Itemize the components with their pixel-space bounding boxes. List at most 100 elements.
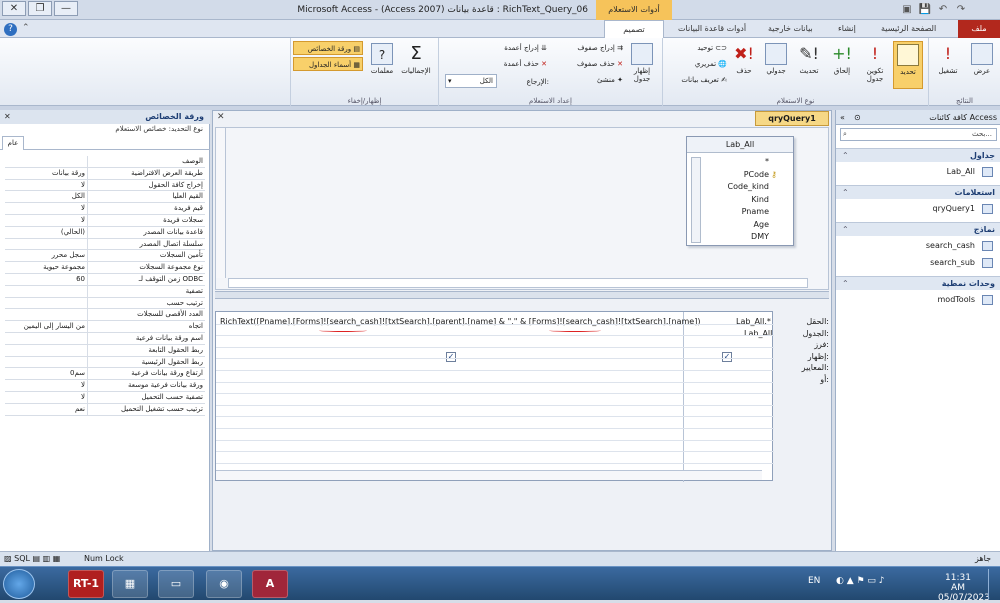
totals-button[interactable]: Σ الإجماليات bbox=[401, 41, 431, 89]
collapse-ribbon-icon[interactable]: ⌃ bbox=[22, 23, 30, 33]
union-button[interactable]: توحيد ⊂⊃ bbox=[669, 41, 727, 55]
property-row[interactable]: قاعدة بيانات المصدر (الحالي) bbox=[5, 226, 205, 239]
append-button[interactable]: +! إلحاق bbox=[827, 41, 857, 89]
property-row[interactable]: القيم العليا الكل bbox=[5, 191, 205, 204]
property-row[interactable]: قيم فريدة لا bbox=[5, 203, 205, 215]
tab-database-tools[interactable]: أدوات قاعدة البيانات bbox=[672, 20, 752, 38]
field-item[interactable]: PCode bbox=[744, 170, 769, 179]
field-item[interactable]: Code_kind bbox=[728, 182, 769, 191]
property-row[interactable]: اتجاه من اليسار إلى اليمين bbox=[5, 321, 205, 333]
table-cell[interactable]: Lab_All bbox=[744, 329, 772, 338]
property-row[interactable]: تصفية حسب التحميل لا bbox=[5, 391, 205, 404]
property-value[interactable]: الكل bbox=[5, 191, 87, 202]
tray-icons[interactable]: ◐ ▲ ⚑ ▭ ♪ bbox=[836, 576, 885, 586]
property-row[interactable]: زمن التوقف لـ ODBC 60 bbox=[5, 273, 205, 286]
chrome-icon[interactable]: ◉ bbox=[206, 570, 242, 598]
property-value[interactable]: نعم bbox=[5, 404, 87, 415]
nav-item[interactable]: modTools bbox=[836, 292, 1000, 308]
property-value[interactable]: لا bbox=[5, 392, 87, 403]
collapse-icon[interactable]: ⌃ bbox=[842, 223, 849, 236]
nav-item[interactable]: search_sub bbox=[836, 255, 1000, 271]
clock[interactable]: 11:31 AM 05/07/2023 bbox=[938, 573, 990, 603]
delete-button[interactable]: ✖! حذف bbox=[729, 41, 759, 89]
table-names-button[interactable]: أسماء الجداول ▦ bbox=[293, 57, 363, 71]
undo-icon[interactable]: ↶ bbox=[936, 3, 950, 16]
collapse-icon[interactable]: ⌃ bbox=[842, 277, 849, 290]
status-view-icons[interactable]: ▨ SQL ▤ ▥ ▦ bbox=[4, 554, 60, 563]
property-value[interactable]: مجموعة حيوية bbox=[5, 262, 87, 273]
tab-create[interactable]: إنشاء bbox=[832, 20, 862, 38]
property-row[interactable]: طريقة العرض الافتراضية ورقة بيانات bbox=[5, 167, 205, 180]
tab-external-data[interactable]: بيانات خارجية bbox=[762, 20, 819, 38]
table-field-list[interactable]: Lab_All * PCode ⚷ Code_kind Kind Pname Age DMY bbox=[686, 136, 794, 246]
field-item[interactable]: DMY bbox=[751, 232, 769, 241]
property-row[interactable]: تأمين السجلات سجل محرر bbox=[5, 250, 205, 263]
field-item-all[interactable]: * bbox=[765, 157, 769, 166]
grid-hscroll[interactable] bbox=[216, 470, 762, 480]
property-row[interactable]: إخراج كافة الحقول لا bbox=[5, 179, 205, 192]
pass-through-button[interactable]: تمريري 🌐 bbox=[669, 57, 727, 71]
save-icon[interactable]: 💾 bbox=[918, 3, 932, 16]
collapse-icon[interactable]: ⌃ bbox=[842, 186, 849, 199]
property-row[interactable]: نوع مجموعة السجلات مجموعة حيوية bbox=[5, 262, 205, 274]
insert-columns-button[interactable]: إدراج أعمدة ⇊ bbox=[475, 41, 547, 55]
parameters-button[interactable]: ? معلمات bbox=[367, 41, 397, 89]
nav-item[interactable]: qryQuery1 bbox=[836, 201, 1000, 217]
help-icon[interactable]: ? bbox=[4, 23, 17, 36]
chevron-down-icon[interactable]: ⊙ bbox=[854, 110, 861, 125]
query-tab[interactable]: qryQuery1 bbox=[755, 111, 829, 126]
nav-search-input[interactable]: ⌕ بحث... bbox=[840, 128, 997, 141]
tab-file[interactable]: ملف bbox=[958, 20, 1000, 38]
delete-rows-button[interactable]: حذف صفوف ✕ bbox=[557, 57, 623, 71]
property-row[interactable]: اسم ورقة بيانات فرعية bbox=[5, 332, 205, 345]
rt1-taskbar-app[interactable]: RT-1 bbox=[68, 570, 104, 598]
property-value[interactable]: 0سم bbox=[5, 368, 87, 379]
property-sheet-button[interactable]: ورقة الخصائص ▤ bbox=[293, 41, 363, 55]
nav-item[interactable]: Lab_All bbox=[836, 164, 1000, 180]
property-value[interactable]: لا bbox=[5, 203, 87, 214]
property-row[interactable]: الوصف bbox=[5, 156, 205, 168]
property-row[interactable]: سجلات فريدة لا bbox=[5, 214, 205, 227]
field-cell-star[interactable]: Lab_All.* bbox=[736, 317, 771, 326]
field-item[interactable]: Age bbox=[754, 220, 769, 229]
property-value[interactable]: لا bbox=[5, 380, 87, 391]
nav-header[interactable]: «⊙ كافة كائنات Access bbox=[836, 110, 1000, 125]
property-row[interactable]: العدد الأقصى للسجلات bbox=[5, 309, 205, 322]
field-list-scrollbar[interactable] bbox=[691, 157, 701, 243]
show-checkbox-star[interactable]: ✓ bbox=[722, 352, 732, 362]
folder-icon[interactable]: ▭ bbox=[158, 570, 194, 598]
redo-icon[interactable]: ↷ bbox=[954, 3, 968, 16]
tab-home[interactable]: الصفحة الرئيسية bbox=[875, 20, 942, 38]
property-row[interactable]: سلسلة اتصال المصدر bbox=[5, 238, 205, 251]
property-value[interactable]: ورقة بيانات bbox=[5, 168, 87, 179]
property-value[interactable]: 60 bbox=[5, 274, 87, 285]
property-row[interactable]: ربط الحقول الرئيسية bbox=[5, 356, 205, 369]
property-value[interactable]: لا bbox=[5, 180, 87, 191]
show-checkbox-expression[interactable]: ✓ bbox=[446, 352, 456, 362]
property-value[interactable]: سجل محرر bbox=[5, 250, 87, 261]
property-value[interactable]: (الحالي) bbox=[5, 227, 87, 238]
update-button[interactable]: ✎! تحديث bbox=[794, 41, 824, 89]
property-value[interactable]: لا bbox=[5, 215, 87, 226]
tab-design[interactable]: تصميم bbox=[604, 20, 664, 38]
data-definition-button[interactable]: تعريف بيانات ✍ bbox=[663, 73, 727, 87]
language-indicator[interactable]: EN bbox=[808, 576, 820, 586]
nav-section-header[interactable]: ⌃ استعلامات bbox=[836, 185, 1000, 199]
double-chevron-icon[interactable]: « bbox=[840, 110, 845, 125]
nav-section-header[interactable]: ⌃ وحدات نمطية bbox=[836, 276, 1000, 290]
property-row[interactable]: ترتيب حسب تشغيل التحميل نعم bbox=[5, 403, 205, 416]
builder-button[interactable]: منشئ ✦ bbox=[557, 73, 623, 87]
property-value[interactable]: من اليسار إلى اليمين bbox=[5, 321, 87, 332]
make-table-button[interactable]: ! تكوين جدول bbox=[860, 41, 890, 89]
insert-rows-button[interactable]: إدراج صفوف ⇉ bbox=[557, 41, 623, 55]
nav-section-header[interactable]: ⌃ نماذج bbox=[836, 222, 1000, 236]
table-pane-hscroll[interactable] bbox=[228, 278, 808, 288]
delete-columns-button[interactable]: حذف أعمدة ✕ bbox=[475, 57, 547, 71]
select-query-button[interactable]: تحديد bbox=[893, 41, 923, 89]
property-row[interactable]: ورقة بيانات فرعية موسعة لا bbox=[5, 380, 205, 392]
collapse-icon[interactable]: ⌃ bbox=[842, 149, 849, 162]
nav-section-header[interactable]: ⌃ جداول bbox=[836, 148, 1000, 162]
property-row[interactable]: ترتيب حسب bbox=[5, 297, 205, 310]
table-pane-vscroll[interactable] bbox=[216, 128, 226, 278]
start-button[interactable] bbox=[3, 569, 35, 599]
